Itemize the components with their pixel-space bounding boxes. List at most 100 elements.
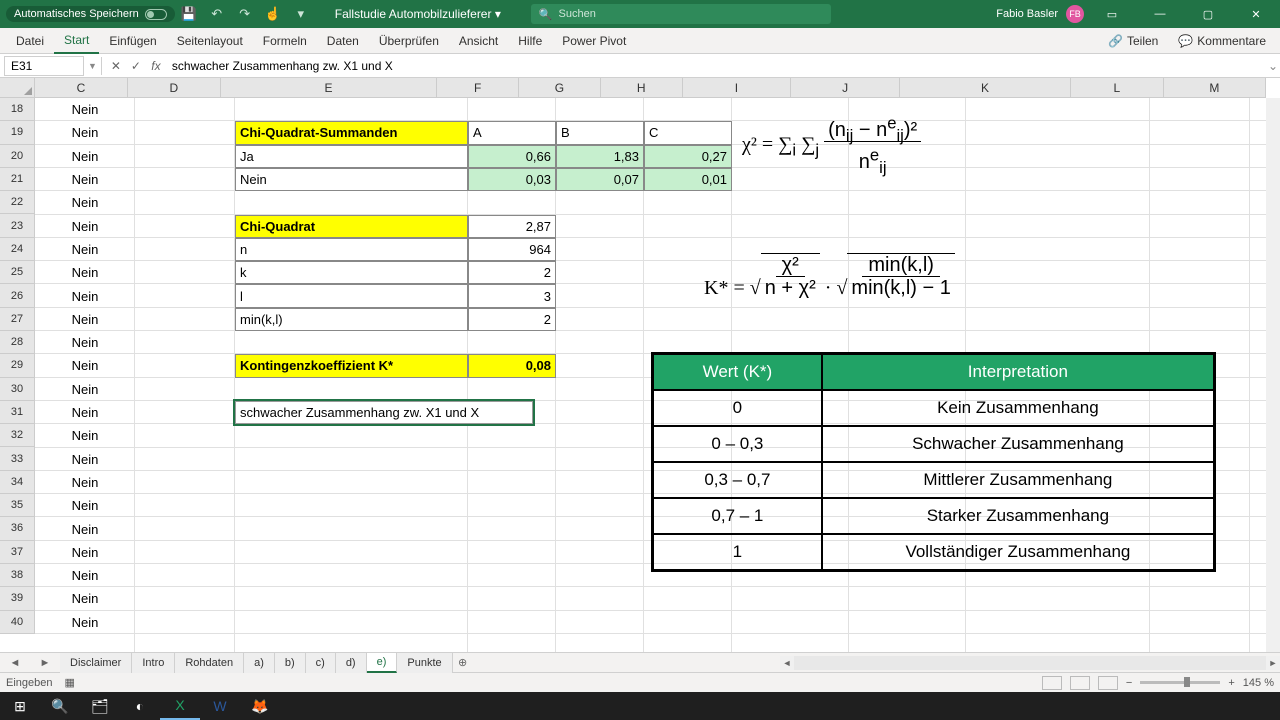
stat-label[interactable]: n: [235, 238, 468, 261]
data-cell[interactable]: Nein: [35, 238, 135, 261]
app-icon-2[interactable]: ◐: [120, 692, 160, 720]
summanden-rowlabel[interactable]: Ja: [235, 145, 468, 168]
horizontal-scrollbar[interactable]: ◄►: [780, 656, 1280, 670]
col-header[interactable]: I: [683, 78, 792, 98]
close-icon[interactable]: ✕: [1236, 0, 1276, 28]
zoom-in-button[interactable]: +: [1228, 677, 1234, 689]
sheet-tab[interactable]: Disclaimer: [60, 653, 132, 673]
search-box[interactable]: 🔍 Suchen: [531, 4, 831, 24]
sheet-tab[interactable]: Intro: [132, 653, 175, 673]
col-header[interactable]: E: [221, 78, 437, 98]
data-cell[interactable]: Nein: [35, 378, 135, 401]
firefox-taskbar-icon[interactable]: 🦊: [240, 692, 280, 720]
data-cell[interactable]: Nein: [35, 424, 135, 447]
row-header[interactable]: 34: [0, 471, 35, 494]
data-cell[interactable]: Nein: [35, 215, 135, 238]
row-headers[interactable]: 1819202122232425262728293031323334353637…: [0, 98, 35, 652]
sheet-tab[interactable]: Punkte: [397, 653, 452, 673]
ribbon-tab-seitenlayout[interactable]: Seitenlayout: [167, 28, 253, 54]
add-sheet-button[interactable]: ⊕: [453, 656, 473, 669]
sheet-tab[interactable]: d): [336, 653, 367, 673]
sheet-tab[interactable]: e): [367, 653, 398, 673]
name-box[interactable]: E31: [4, 56, 84, 76]
stat-val[interactable]: 964: [468, 238, 556, 261]
ribbon-tab-daten[interactable]: Daten: [317, 28, 369, 54]
row-header[interactable]: 26: [0, 284, 35, 307]
col-header[interactable]: C: [35, 78, 128, 98]
start-button[interactable]: ⊞: [0, 692, 40, 720]
enter-icon[interactable]: ✓: [126, 59, 146, 73]
ribbon-tab-einfügen[interactable]: Einfügen: [99, 28, 166, 54]
row-header[interactable]: 37: [0, 541, 35, 564]
touch-icon[interactable]: ☝: [259, 0, 287, 28]
summanden-header[interactable]: Chi-Quadrat-Summanden: [235, 121, 468, 144]
sheet-tab[interactable]: a): [244, 653, 275, 673]
row-header[interactable]: 38: [0, 564, 35, 587]
row-header[interactable]: 19: [0, 121, 35, 144]
summanden-val[interactable]: 0,01: [644, 168, 732, 191]
zoom-level[interactable]: 145 %: [1243, 677, 1274, 689]
summanden-col[interactable]: C: [644, 121, 732, 144]
data-cell[interactable]: Nein: [35, 98, 135, 121]
summanden-col[interactable]: A: [468, 121, 556, 144]
normal-view-button[interactable]: [1042, 676, 1062, 690]
search-taskbar-icon[interactable]: 🔍: [40, 692, 80, 720]
ribbon-tab-ansicht[interactable]: Ansicht: [449, 28, 508, 54]
row-header[interactable]: 20: [0, 145, 35, 168]
summanden-rowlabel[interactable]: Nein: [235, 168, 468, 191]
col-header[interactable]: H: [601, 78, 683, 98]
row-header[interactable]: 27: [0, 308, 35, 331]
data-cell[interactable]: Nein: [35, 471, 135, 494]
stat-val[interactable]: 2: [468, 261, 556, 284]
data-cell[interactable]: Nein: [35, 331, 135, 354]
stat-label[interactable]: Chi-Quadrat: [235, 215, 468, 238]
zoom-out-button[interactable]: −: [1126, 677, 1132, 689]
macro-record-icon[interactable]: ▦: [65, 676, 75, 689]
row-header[interactable]: 30: [0, 378, 35, 401]
data-cell[interactable]: Nein: [35, 611, 135, 634]
share-button[interactable]: 🔗 Teilen: [1100, 30, 1166, 52]
row-header[interactable]: 36: [0, 517, 35, 540]
row-header[interactable]: 25: [0, 261, 35, 284]
col-header[interactable]: M: [1164, 78, 1266, 98]
summanden-col[interactable]: B: [556, 121, 644, 144]
data-cell[interactable]: Nein: [35, 145, 135, 168]
minimize-icon[interactable]: —: [1140, 0, 1180, 28]
undo-icon[interactable]: ↶: [203, 0, 231, 28]
summanden-val[interactable]: 0,66: [468, 145, 556, 168]
col-header[interactable]: L: [1071, 78, 1164, 98]
comments-button[interactable]: 💬 Kommentare: [1170, 30, 1274, 52]
col-header[interactable]: J: [791, 78, 900, 98]
select-all-button[interactable]: [0, 78, 35, 98]
stat-val[interactable]: 2: [468, 308, 556, 331]
k-val[interactable]: 0,08: [468, 354, 556, 377]
word-taskbar-icon[interactable]: W: [200, 692, 240, 720]
data-cell[interactable]: Nein: [35, 354, 135, 377]
data-cell[interactable]: Nein: [35, 308, 135, 331]
data-cell[interactable]: Nein: [35, 261, 135, 284]
row-header[interactable]: 18: [0, 98, 35, 121]
ribbon-tab-überprüfen[interactable]: Überprüfen: [369, 28, 449, 54]
ribbon-tab-power pivot[interactable]: Power Pivot: [552, 28, 636, 54]
row-header[interactable]: 39: [0, 587, 35, 610]
redo-icon[interactable]: ↷: [231, 0, 259, 28]
stat-label[interactable]: min(k,l): [235, 308, 468, 331]
excel-taskbar-icon[interactable]: X: [160, 692, 200, 720]
k-label[interactable]: Kontingenzkoeffizient K*: [235, 354, 468, 377]
data-cell[interactable]: Nein: [35, 284, 135, 307]
col-header[interactable]: G: [519, 78, 601, 98]
ribbon-tab-start[interactable]: Start: [54, 28, 99, 54]
summanden-val[interactable]: 0,07: [556, 168, 644, 191]
row-header[interactable]: 33: [0, 447, 35, 470]
page-break-button[interactable]: [1098, 676, 1118, 690]
row-header[interactable]: 21: [0, 168, 35, 191]
sheet-prev-icon[interactable]: ◄: [10, 657, 21, 669]
summanden-val[interactable]: 1,83: [556, 145, 644, 168]
col-header[interactable]: K: [900, 78, 1071, 98]
sheet-next-icon[interactable]: ►: [40, 657, 51, 669]
ribbon-display-icon[interactable]: ▭: [1092, 0, 1132, 28]
row-header[interactable]: 35: [0, 494, 35, 517]
customize-qat-icon[interactable]: ▾: [287, 0, 315, 28]
data-cell[interactable]: Nein: [35, 564, 135, 587]
col-header[interactable]: F: [437, 78, 519, 98]
